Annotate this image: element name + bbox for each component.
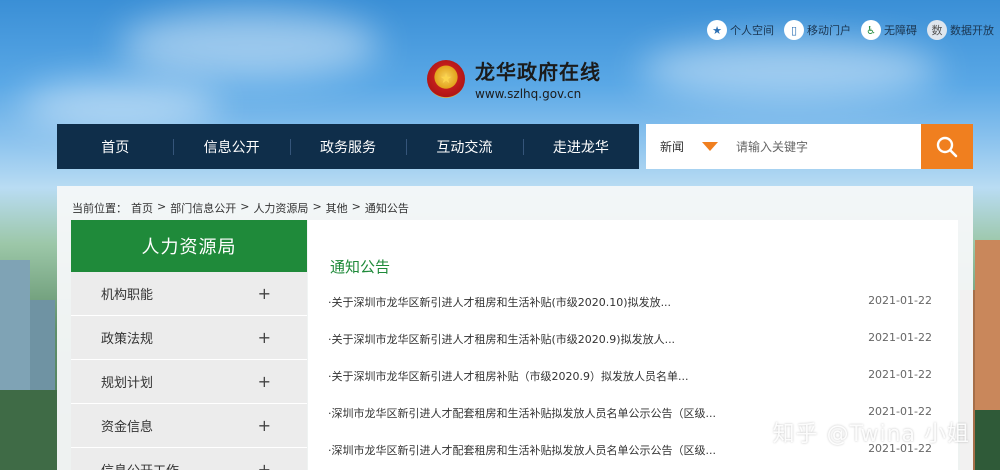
breadcrumb-item[interactable]: 首页: [131, 200, 153, 216]
national-emblem-icon: ★: [427, 59, 465, 98]
cloud-decoration: [120, 10, 380, 80]
search-icon: [936, 136, 958, 157]
plus-icon: +: [257, 460, 271, 470]
breadcrumb: 当前位置： 首页 > 部门信息公开 > 人力资源局 > 其他 > 通知公告: [72, 200, 409, 216]
plus-icon: +: [257, 328, 271, 347]
watermark: 知乎 @Twina 小姐: [772, 422, 970, 447]
sidebar-item-funds[interactable]: 资金信息 +: [71, 404, 307, 448]
nav-item-about-longhua[interactable]: 走进龙华: [522, 137, 639, 157]
list-item[interactable]: ·关于深圳市龙华区新引进人才租房补贴（市级2020.9）拟发放人员名单... 2…: [328, 368, 932, 405]
news-title[interactable]: ·深圳市龙华区新引进人才配套租房和生活补贴拟发放人员名单公示公告（区级...: [328, 442, 716, 470]
star-person-icon: ★: [707, 20, 727, 40]
news-date: 2021-01-22: [868, 331, 932, 344]
top-links-bar: ★ 个人空间 ▯ 移动门户 ♿ 无障碍 数 数据开放: [707, 20, 994, 40]
site-url: www.szlhq.gov.cn: [475, 87, 582, 101]
news-title[interactable]: ·关于深圳市龙华区新引进人才租房和生活补贴(市级2020.9)拟发放人...: [328, 331, 675, 368]
sidebar-item-policy[interactable]: 政策法规 +: [71, 316, 307, 360]
cloud-decoration: [20, 80, 220, 130]
sidebar: 人力资源局 机构职能 + 政策法规 + 规划计划 + 资金信息 + 信息公开工作…: [71, 220, 307, 470]
news-title[interactable]: ·深圳市龙华区新引进人才配套租房和生活补贴拟发放人员名单公示公告（区级...: [328, 405, 716, 442]
news-date: 2021-01-22: [868, 294, 932, 307]
site-logo[interactable]: ★ 龙华政府在线 www.szlhq.gov.cn: [427, 56, 601, 101]
search-button[interactable]: [921, 124, 973, 169]
breadcrumb-item[interactable]: 部门信息公开: [170, 200, 236, 216]
sidebar-item-planning[interactable]: 规划计划 +: [71, 360, 307, 404]
nav-item-interaction[interactable]: 互动交流: [406, 137, 522, 157]
list-item[interactable]: ·关于深圳市龙华区新引进人才租房和生活补贴(市级2020.10)拟发放... 2…: [328, 294, 932, 331]
list-item[interactable]: ·关于深圳市龙华区新引进人才租房和生活补贴(市级2020.9)拟发放人... 2…: [328, 331, 932, 368]
sidebar-item-institution[interactable]: 机构职能 +: [71, 272, 307, 316]
plus-icon: +: [257, 284, 271, 303]
plus-icon: +: [257, 372, 271, 391]
breadcrumb-item[interactable]: 其他: [326, 200, 348, 216]
nav-item-gov-services[interactable]: 政务服务: [289, 137, 406, 157]
search-category-select[interactable]: 新闻: [646, 138, 726, 155]
accessibility-link[interactable]: ♿ 无障碍: [861, 20, 917, 40]
nav-item-home[interactable]: 首页: [57, 137, 173, 157]
nav-item-info-disclosure[interactable]: 信息公开: [173, 137, 289, 157]
sidebar-item-disclosure-work[interactable]: 信息公开工作 +: [71, 448, 307, 470]
news-date: 2021-01-22: [868, 368, 932, 381]
dropdown-triangle-icon: [702, 142, 719, 151]
wheelchair-icon: ♿: [861, 20, 881, 40]
site-title: 龙华政府在线: [475, 60, 601, 84]
mobile-portal-link[interactable]: ▯ 移动门户: [784, 20, 851, 40]
cloud-decoration: [640, 40, 940, 100]
data-icon: 数: [927, 20, 947, 40]
personal-space-link[interactable]: ★ 个人空间: [707, 20, 774, 40]
main-nav: 首页 信息公开 政务服务 互动交流 走进龙华: [57, 124, 639, 169]
news-title[interactable]: ·关于深圳市龙华区新引进人才租房和生活补贴(市级2020.10)拟发放...: [328, 294, 671, 331]
sidebar-title: 人力资源局: [71, 220, 307, 272]
plus-icon: +: [257, 416, 271, 435]
page-title: 通知公告: [330, 258, 391, 276]
news-title[interactable]: ·关于深圳市龙华区新引进人才租房补贴（市级2020.9）拟发放人员名单...: [328, 368, 688, 405]
search-bar: 新闻: [646, 124, 973, 169]
data-open-link[interactable]: 数 数据开放: [927, 20, 994, 40]
breadcrumb-item[interactable]: 通知公告: [365, 200, 409, 216]
search-input[interactable]: [726, 139, 921, 154]
mobile-icon: ▯: [784, 20, 804, 40]
breadcrumb-item[interactable]: 人力资源局: [253, 200, 308, 216]
